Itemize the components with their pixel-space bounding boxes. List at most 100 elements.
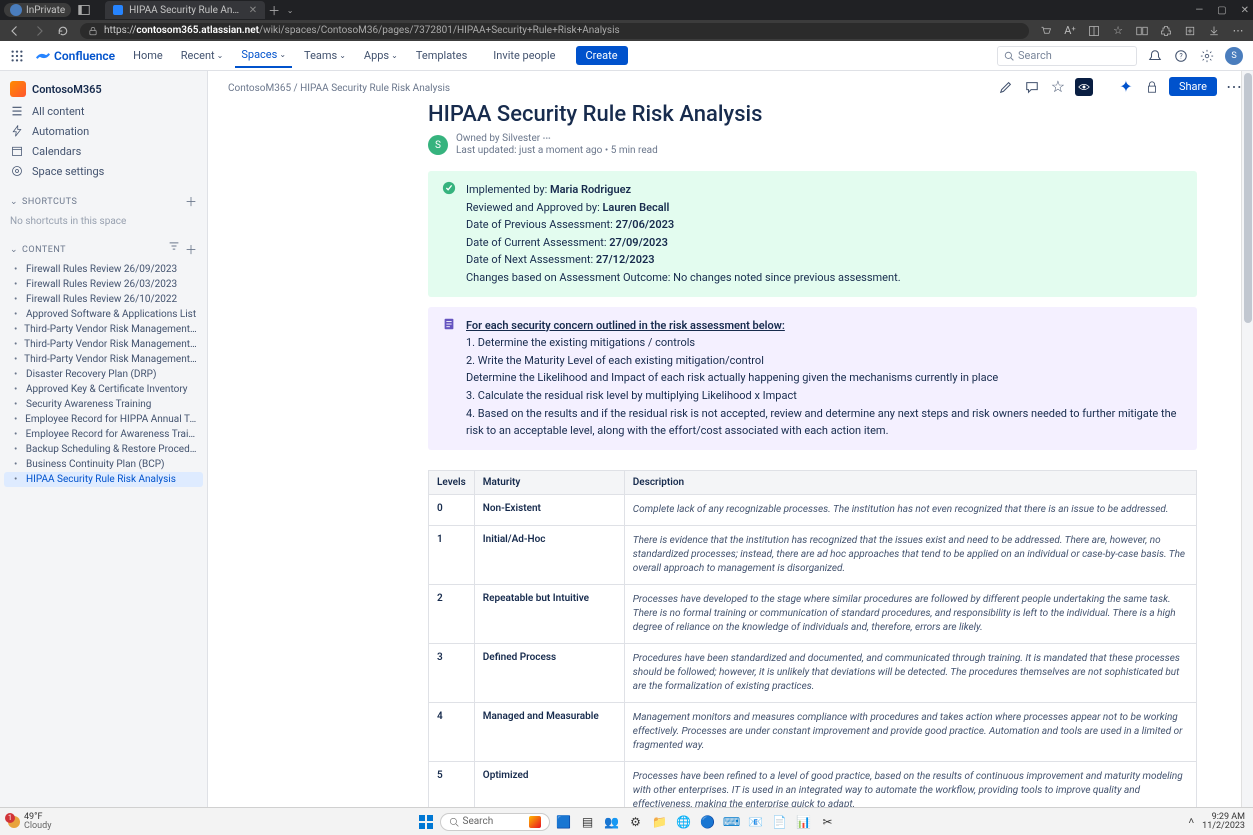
app-switcher-icon[interactable]: [10, 49, 24, 63]
content-tree-item[interactable]: •Firewall Rules Review 26/09/2023: [4, 262, 203, 277]
content-tree-item[interactable]: •Firewall Rules Review 26/10/2022: [4, 292, 203, 307]
content-tree-item[interactable]: •Third-Party Vendor Risk Management - 27…: [4, 352, 203, 367]
browser-menu-icon[interactable]: ⋯: [1231, 24, 1245, 38]
excel-icon[interactable]: 📊: [794, 812, 814, 832]
add-page-icon[interactable]: ＋: [185, 241, 197, 258]
browser-tab[interactable]: HIPAA Security Rule Analy ✕: [105, 1, 265, 19]
split-screen-icon[interactable]: [1135, 24, 1149, 38]
chrome-icon[interactable]: 🔵: [698, 812, 718, 832]
favorite-icon[interactable]: ☆: [1111, 24, 1125, 38]
cell-maturity: Repeatable but Intuitive: [474, 584, 624, 643]
tab-actions-icon[interactable]: [77, 3, 91, 17]
vscode-icon[interactable]: ⌨: [722, 812, 742, 832]
create-button[interactable]: Create: [576, 46, 628, 65]
help-icon[interactable]: ?: [1173, 48, 1189, 64]
assessment-metadata-panel: Implemented by: Maria Rodriguez Reviewed…: [428, 171, 1197, 297]
sidebar-calendars[interactable]: Calendars: [4, 141, 203, 161]
nav-back-icon[interactable]: [8, 24, 22, 38]
tab-overflow-icon[interactable]: ⌄: [283, 3, 297, 17]
weather-condition: Cloudy: [24, 822, 51, 831]
user-avatar[interactable]: S: [1225, 47, 1243, 65]
content-tree-item[interactable]: •Business Continuity Plan (BCP): [4, 457, 203, 472]
nav-spaces[interactable]: Spaces⌄: [235, 43, 292, 68]
sidebar-automation[interactable]: Automation: [4, 121, 203, 141]
downloads-icon[interactable]: [1207, 24, 1221, 38]
content-tree-item[interactable]: •Backup Scheduling & Restore Procedure: [4, 442, 203, 457]
nav-teams[interactable]: Teams⌄: [298, 43, 352, 68]
content-tree-item[interactable]: •Firewall Rules Review 26/03/2023: [4, 277, 203, 292]
byline-menu-icon[interactable]: •••: [543, 134, 551, 143]
shopping-icon[interactable]: [1039, 24, 1053, 38]
tab-close-icon[interactable]: ✕: [249, 5, 257, 16]
window-maximize-icon[interactable]: ▢: [1217, 5, 1226, 16]
more-actions-icon[interactable]: ⋯: [1225, 78, 1243, 96]
edge-icon[interactable]: 🌐: [674, 812, 694, 832]
owner-avatar[interactable]: S: [428, 135, 448, 155]
content-tree-item[interactable]: •Third-Party Vendor Risk Management - 27…: [4, 337, 203, 352]
page-bullet-icon: •: [14, 384, 22, 395]
add-shortcut-icon[interactable]: ＋: [185, 193, 197, 210]
tray-chevron-icon[interactable]: ˄: [1188, 816, 1194, 827]
sidebar-space-settings[interactable]: Space settings: [4, 161, 203, 181]
content-tree-item[interactable]: •Employee Record for HIPPA Annual Traini…: [4, 412, 203, 427]
content-tree-item[interactable]: •Approved Software & Applications List: [4, 307, 203, 322]
inprivate-badge[interactable]: InPrivate: [4, 3, 71, 17]
scrollbar-thumb[interactable]: [1244, 73, 1252, 323]
page-bullet-icon: •: [14, 339, 20, 350]
content-tree-item[interactable]: •Security Awareness Training: [4, 397, 203, 412]
star-icon[interactable]: ☆: [1049, 78, 1067, 96]
outlook-icon[interactable]: 📧: [746, 812, 766, 832]
taskbar-search[interactable]: Search: [440, 813, 550, 831]
word-icon[interactable]: 📄: [770, 812, 790, 832]
content-section-label[interactable]: ⌄CONTENT: [10, 245, 66, 255]
nav-refresh-icon[interactable]: [56, 24, 70, 38]
settings-taskbar-icon[interactable]: ⚙: [626, 812, 646, 832]
share-button[interactable]: Share: [1169, 77, 1217, 96]
new-tab-icon[interactable]: ＋: [267, 3, 281, 17]
content-tree-item[interactable]: •Third-Party Vendor Risk Management - 27…: [4, 322, 203, 337]
window-minimize-icon[interactable]: ―: [1195, 5, 1203, 16]
edit-icon[interactable]: [997, 78, 1015, 96]
content-tree-item[interactable]: •Approved Key & Certificate Inventory: [4, 382, 203, 397]
breadcrumb-space-link[interactable]: ContosoM365: [228, 83, 291, 94]
page-bullet-icon: •: [14, 354, 20, 365]
sidebar-all-content[interactable]: All content: [4, 101, 203, 121]
weather-widget[interactable]: 1 49°F Cloudy: [8, 813, 51, 831]
content-tree-item[interactable]: •HIPAA Security Rule Risk Analysis: [4, 472, 203, 487]
nav-templates[interactable]: Templates: [410, 43, 473, 68]
collections-icon[interactable]: [1183, 24, 1197, 38]
address-bar[interactable]: https://contosom365.atlassian.net/wiki/s…: [80, 23, 1029, 39]
content-scrollbar[interactable]: [1241, 71, 1253, 828]
file-explorer-icon[interactable]: 📁: [650, 812, 670, 832]
filter-icon[interactable]: [169, 241, 179, 258]
watch-icon[interactable]: [1075, 78, 1093, 96]
window-close-icon[interactable]: ✕: [1241, 5, 1249, 16]
owned-by-name[interactable]: Silvester: [502, 133, 540, 144]
invite-people-button[interactable]: Invite people: [485, 46, 563, 65]
notifications-icon[interactable]: [1147, 48, 1163, 64]
extensions-icon[interactable]: [1159, 24, 1173, 38]
teams-icon[interactable]: 👥: [602, 812, 622, 832]
site-lock-icon[interactable]: [88, 26, 98, 36]
content-tree-item[interactable]: •Employee Record for Awareness Training: [4, 427, 203, 442]
snip-icon[interactable]: ✂: [818, 812, 838, 832]
nav-forward-icon[interactable]: [32, 24, 46, 38]
content-tree-item[interactable]: •Disaster Recovery Plan (DRP): [4, 367, 203, 382]
comment-icon[interactable]: [1023, 78, 1041, 96]
shortcuts-section-label[interactable]: ⌄SHORTCUTS: [10, 197, 77, 207]
read-aloud-icon[interactable]: A⁺: [1063, 24, 1077, 38]
settings-icon[interactable]: [1199, 48, 1215, 64]
reader-icon[interactable]: [1087, 24, 1101, 38]
nav-recent[interactable]: Recent⌄: [175, 43, 230, 68]
start-button[interactable]: [416, 812, 436, 832]
copilot-icon[interactable]: 🟦: [554, 812, 574, 832]
nav-home[interactable]: Home: [127, 43, 169, 68]
global-search-input[interactable]: Search: [997, 46, 1137, 66]
space-title[interactable]: ContosoM365: [4, 77, 203, 101]
task-view-icon[interactable]: ▤: [578, 812, 598, 832]
system-clock[interactable]: 9:29 AM 11/2/2023: [1202, 813, 1245, 831]
ai-icon[interactable]: ✦: [1117, 78, 1135, 96]
nav-apps[interactable]: Apps⌄: [358, 43, 404, 68]
confluence-logo[interactable]: Confluence: [36, 49, 115, 63]
restrictions-icon[interactable]: [1143, 78, 1161, 96]
